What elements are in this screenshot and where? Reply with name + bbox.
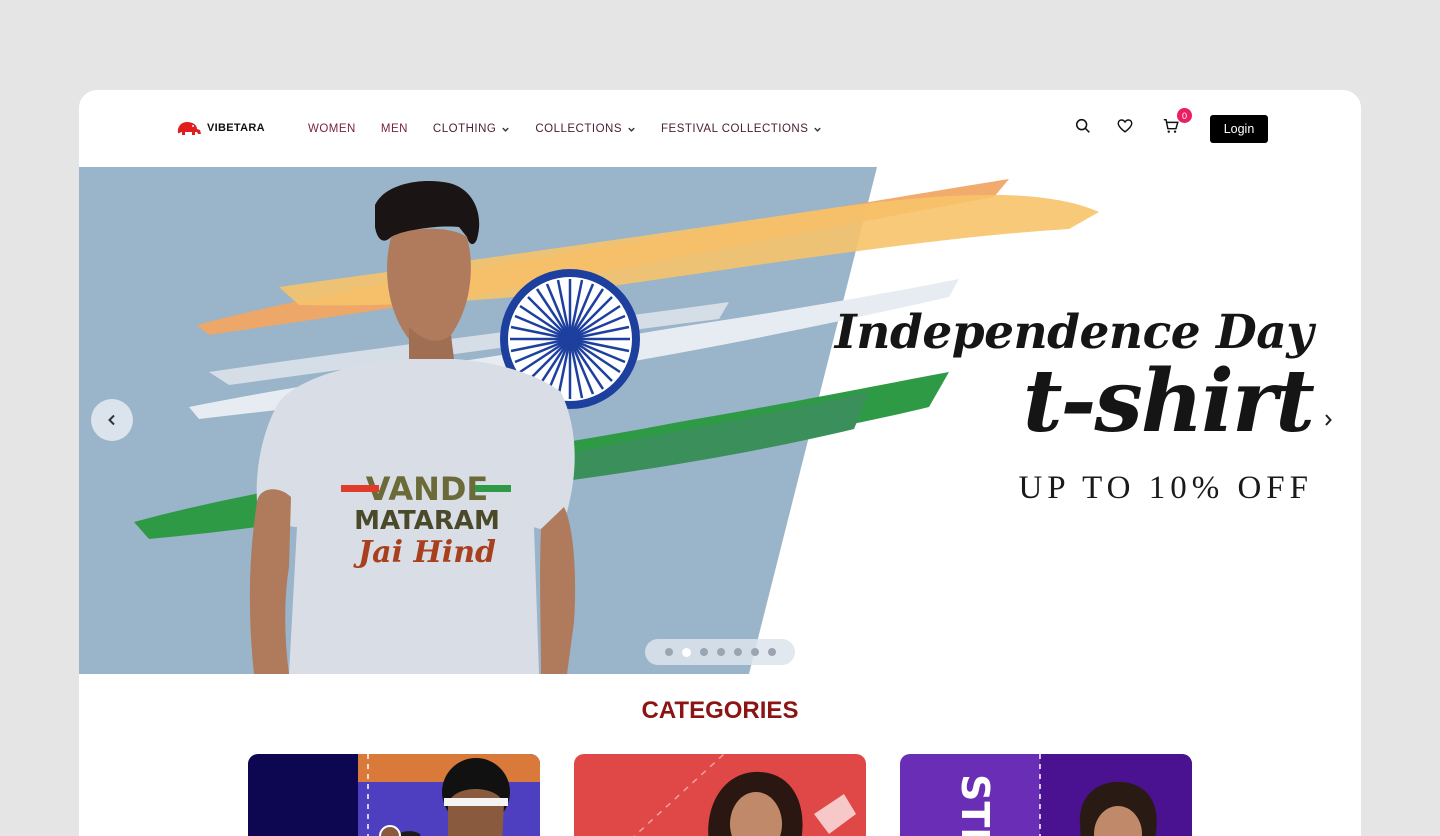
nav-item-festival-collections[interactable]: FESTIVAL COLLECTIONS xyxy=(661,123,822,135)
nav-item-label: MEN xyxy=(380,123,408,135)
category-image xyxy=(248,754,540,836)
chevron-down-icon xyxy=(628,127,635,132)
carousel-prev-button[interactable] xyxy=(91,399,133,441)
carousel-dot[interactable] xyxy=(733,648,742,656)
nav-actions: 0 xyxy=(1073,108,1192,136)
carousel-dot[interactable] xyxy=(664,648,673,656)
carousel-dot[interactable] xyxy=(699,648,708,656)
category-image xyxy=(574,754,866,836)
heart-icon xyxy=(1117,119,1133,133)
nav-item-collections[interactable]: COLLECTIONS xyxy=(535,123,636,135)
nav-item-women[interactable]: WOMEN xyxy=(308,123,356,135)
nav-item-label: FESTIVAL COLLECTIONS xyxy=(661,123,809,135)
cart-count-badge: 0 xyxy=(1177,108,1192,123)
wishlist-button[interactable] xyxy=(1115,116,1135,136)
carousel-dot[interactable] xyxy=(750,648,759,656)
category-card[interactable]: STIC xyxy=(900,754,1192,836)
svg-text:VANDE: VANDE xyxy=(366,470,489,508)
carousel-dot-active[interactable] xyxy=(681,647,691,657)
main-menu: WOMEN MEN CLOTHING COLLECTIONS FESTIVAL … xyxy=(308,123,847,135)
carousel-dot[interactable] xyxy=(716,648,725,656)
category-card[interactable] xyxy=(574,754,866,836)
brand-logo[interactable]: VIBETARA xyxy=(175,119,265,137)
nav-item-label: CLOTHING xyxy=(432,123,497,135)
chevron-down-icon xyxy=(814,127,822,132)
carousel-pagination xyxy=(645,639,795,665)
top-navbar: VIBETARA WOMEN MEN CLOTHING COLLECTIONS … xyxy=(79,90,1361,167)
category-card[interactable] xyxy=(248,754,540,836)
carousel-next-button[interactable] xyxy=(1319,410,1337,430)
elephant-logo-icon xyxy=(177,122,201,135)
nav-item-label: COLLECTIONS xyxy=(535,123,623,135)
svg-text:MATARAM: MATARAM xyxy=(354,506,500,536)
svg-text:Jai Hind: Jai Hind xyxy=(353,535,496,570)
page-card: VIBETARA WOMEN MEN CLOTHING COLLECTIONS … xyxy=(79,90,1361,836)
search-icon xyxy=(1075,118,1090,133)
category-image: STIC xyxy=(900,754,1192,836)
brand-name: VIBETARA xyxy=(207,122,265,134)
chevron-down-icon xyxy=(502,127,510,132)
chevron-left-icon xyxy=(108,414,115,426)
login-button[interactable]: Login xyxy=(1210,115,1268,143)
nav-item-clothing[interactable]: CLOTHING xyxy=(433,123,510,135)
hero-offer: UP TO 10% OFF xyxy=(1018,470,1313,506)
hero-carousel[interactable]: VANDE MATARAM Jai Hind Independence Day … xyxy=(79,167,1361,674)
hero-subtitle: t-shirt xyxy=(1022,351,1315,452)
cart-button[interactable]: 0 xyxy=(1161,108,1192,136)
nav-item-men[interactable]: MEN xyxy=(381,123,408,135)
search-button[interactable] xyxy=(1073,116,1093,136)
chevron-right-icon xyxy=(1325,414,1332,426)
carousel-dot[interactable] xyxy=(767,648,776,656)
category-label-fragment: STIC xyxy=(953,774,997,836)
categories-heading: CATEGORIES xyxy=(641,697,799,724)
nav-item-label: WOMEN xyxy=(308,123,356,135)
